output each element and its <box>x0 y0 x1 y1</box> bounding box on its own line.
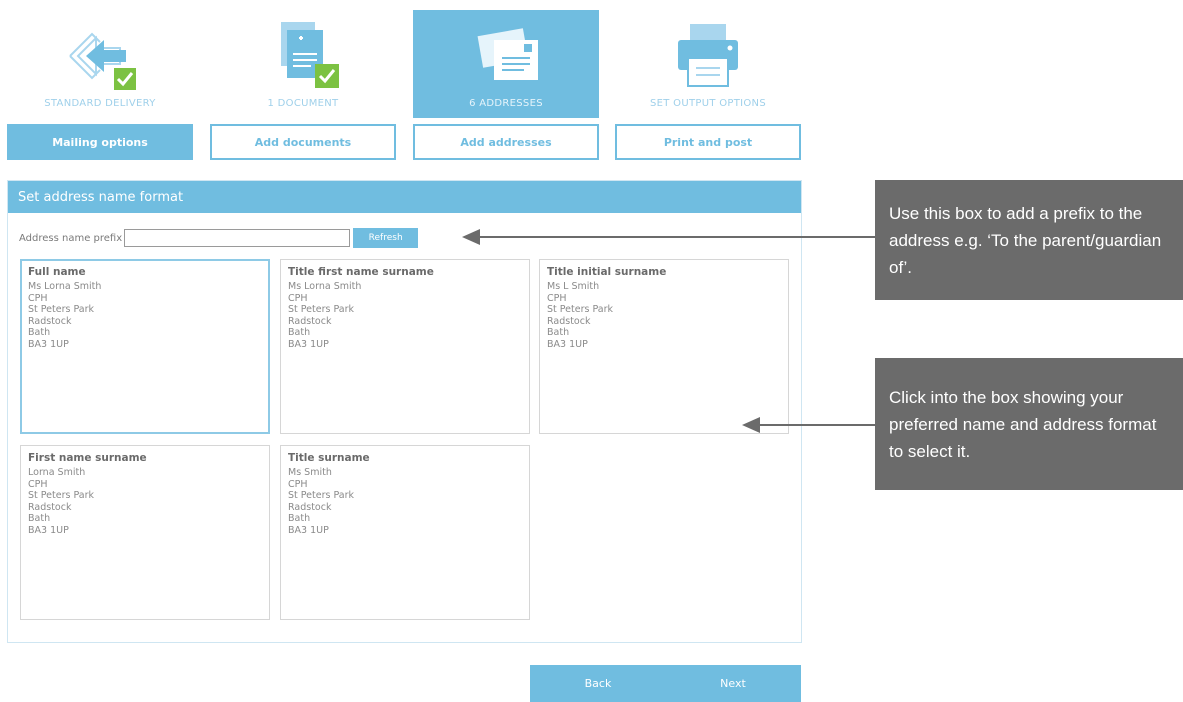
callout-text: Click into the box showing your preferre… <box>889 387 1157 461</box>
document-icon <box>281 22 339 88</box>
tab-add-addresses[interactable]: Add addresses <box>413 124 599 160</box>
next-button[interactable]: Next <box>665 665 801 702</box>
step-label: STANDARD DELIVERY <box>44 98 156 109</box>
address-line: Radstock <box>28 501 72 513</box>
format-title: First name surname <box>28 452 147 464</box>
address-line: Ms L Smith <box>547 281 600 292</box>
address-line: BA3 1UP <box>547 338 588 350</box>
address-line: Bath <box>547 327 570 338</box>
address-line: St Peters Park <box>28 490 94 501</box>
address-line: St Peters Park <box>288 304 354 315</box>
address-line: Bath <box>288 513 311 524</box>
address-line: Ms Smith <box>288 467 332 478</box>
callout-text: Use this box to add a prefix to the addr… <box>889 203 1162 277</box>
envelope-icon <box>477 28 538 80</box>
step-label: 6 ADDRESSES <box>469 98 543 109</box>
address-line: Bath <box>28 513 51 524</box>
address-line: CPH <box>288 292 308 304</box>
address-prefix-input[interactable] <box>124 229 351 247</box>
address-line: Ms Lorna Smith <box>288 281 362 292</box>
step-addresses[interactable]: 6 ADDRESSES <box>413 10 599 118</box>
callout-format-tip: Click into the box showing your preferre… <box>875 358 1183 490</box>
prefix-row: Address name prefix Refresh <box>19 228 419 248</box>
address-line: Radstock <box>288 315 332 327</box>
step-label: 1 DOCUMENT <box>267 98 339 109</box>
address-line: BA3 1UP <box>288 338 329 350</box>
address-line: Radstock <box>28 315 72 327</box>
address-line: St Peters Park <box>28 304 94 315</box>
step-standard-delivery[interactable]: STANDARD DELIVERY <box>7 10 193 118</box>
address-line: Radstock <box>288 501 332 513</box>
format-title: Title first name surname <box>288 266 434 278</box>
address-line: CPH <box>288 478 308 490</box>
printer-icon <box>678 24 738 87</box>
format-title: Title initial surname <box>547 266 667 278</box>
address-line: CPH <box>547 292 567 304</box>
step-label: SET OUTPUT OPTIONS <box>650 98 766 109</box>
address-line: St Peters Park <box>547 304 613 315</box>
prefix-label: Address name prefix <box>19 232 123 244</box>
format-card-title-surname[interactable]: Title surname Ms Smith CPH St Peters Par… <box>280 445 530 620</box>
address-line: St Peters Park <box>288 490 354 501</box>
tab-mailing-options[interactable]: Mailing options <box>7 124 193 160</box>
address-line: Lorna Smith <box>28 467 86 478</box>
back-button[interactable]: Back <box>530 665 666 702</box>
format-card-full-name[interactable]: Full name Ms Lorna Smith CPH St Peters P… <box>20 259 270 434</box>
format-card-first-name-surname[interactable]: First name surname Lorna Smith CPH St Pe… <box>20 445 270 620</box>
callout-prefix-tip: Use this box to add a prefix to the addr… <box>875 180 1183 300</box>
address-format-panel: Set address name format Address name pre… <box>7 180 802 643</box>
address-line: CPH <box>28 478 48 490</box>
step-output-options[interactable]: SET OUTPUT OPTIONS <box>615 10 801 118</box>
format-title: Full name <box>28 266 86 278</box>
format-card-title-first-name-surname[interactable]: Title first name surname Ms Lorna Smith … <box>280 259 530 434</box>
address-line: Bath <box>28 327 51 338</box>
tab-print-and-post[interactable]: Print and post <box>615 124 801 160</box>
format-title: Title surname <box>288 452 370 464</box>
step-document[interactable]: 1 DOCUMENT <box>210 10 396 118</box>
address-line: Ms Lorna Smith <box>28 281 102 292</box>
address-line: Radstock <box>547 315 591 327</box>
address-line: CPH <box>28 292 48 304</box>
format-card-title-initial-surname[interactable]: Title initial surname Ms L Smith CPH St … <box>539 259 789 434</box>
refresh-button[interactable]: Refresh <box>353 228 419 248</box>
address-line: BA3 1UP <box>28 338 69 350</box>
delivery-icon <box>69 32 136 90</box>
panel-title: Set address name format <box>8 181 801 213</box>
tab-add-documents[interactable]: Add documents <box>210 124 396 160</box>
address-line: BA3 1UP <box>28 524 69 536</box>
address-line: BA3 1UP <box>288 524 329 536</box>
address-line: Bath <box>288 327 311 338</box>
